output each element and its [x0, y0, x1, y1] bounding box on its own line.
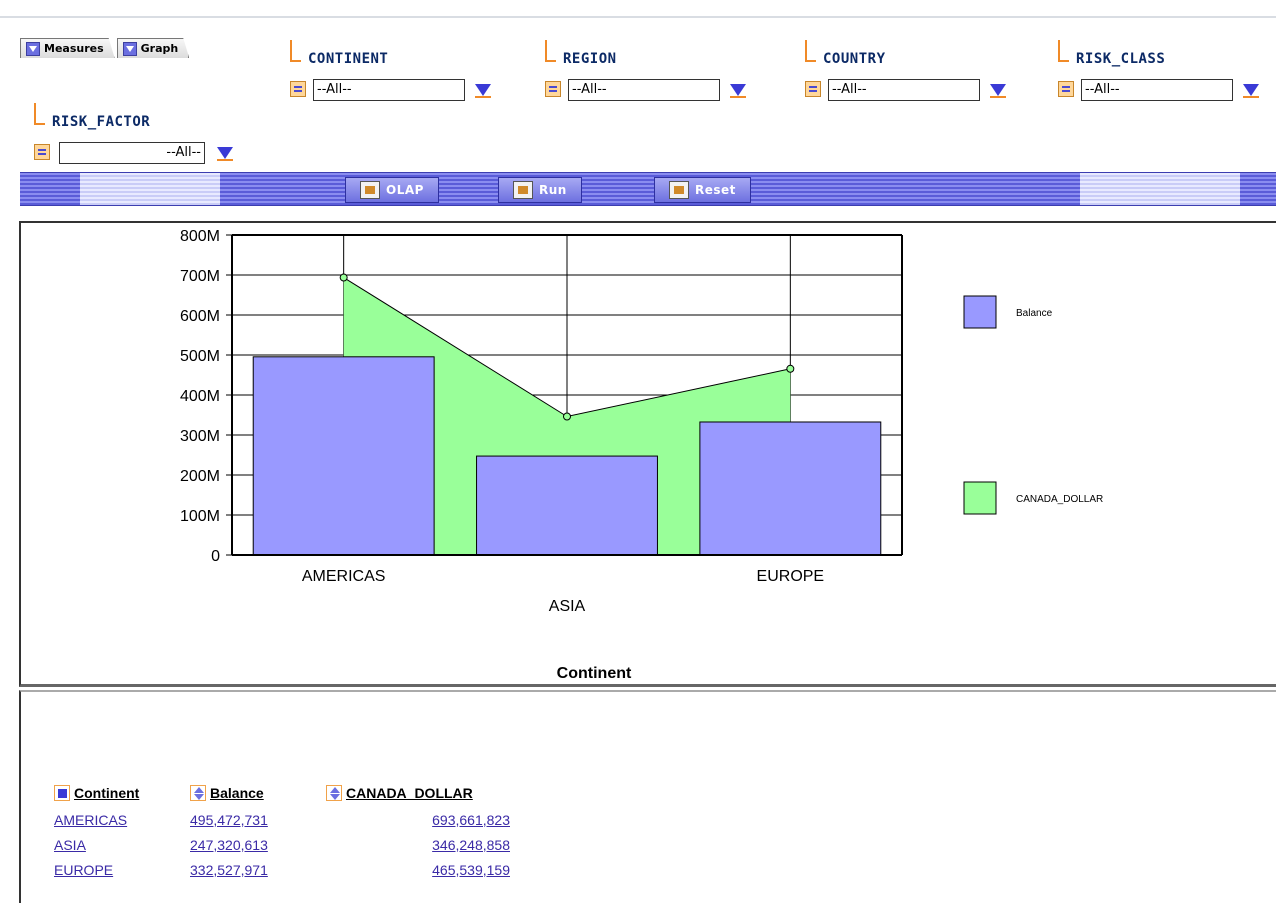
continent-link[interactable]: EUROPE [54, 862, 113, 878]
member-select-icon[interactable] [805, 81, 821, 97]
member-select-icon[interactable] [1058, 81, 1074, 97]
dropdown-arrow-icon[interactable] [1241, 82, 1259, 98]
reset-button-label: Reset [695, 183, 736, 197]
bar-balance [476, 455, 658, 556]
point-canada-dollar [339, 273, 348, 282]
filter-label: REGION [563, 51, 617, 67]
filter-label: RISK_CLASS [1076, 51, 1166, 67]
band-decoration [1080, 173, 1240, 205]
legend-swatch [963, 481, 997, 515]
balance-link[interactable]: 332,527,971 [190, 862, 268, 878]
table-row: EUROPE 332,527,971 465,539,159 [54, 857, 510, 882]
table-header-row: Continent Balance CANADA_DOLLAR [54, 782, 510, 807]
balance-link[interactable]: 495,472,731 [190, 812, 268, 828]
dropdown-arrow-icon[interactable] [215, 145, 233, 161]
tab-graph-label: Graph [140, 42, 179, 55]
canada-dollar-link[interactable]: 693,661,823 [432, 812, 510, 828]
chart-panel: 0 100M 200M 300M 400M 500M 600M 700M 800M AMERICA… [19, 221, 1276, 687]
risk-factor-select[interactable]: --All-- [59, 142, 205, 164]
column-label: Continent [74, 785, 140, 801]
member-select-icon[interactable] [34, 144, 50, 160]
top-border [0, 0, 1276, 18]
y-tick-label: 200M [180, 468, 220, 485]
dimension-corner-icon [1058, 40, 1069, 62]
x-axis-title: Continent [557, 665, 632, 682]
dropdown-arrow-icon [26, 42, 40, 56]
filter-label: CONTINENT [308, 51, 389, 67]
y-tick-label: 600M [180, 308, 220, 325]
member-icon [54, 785, 70, 801]
continent-select[interactable]: --All-- [313, 79, 465, 101]
y-tick-label: 700M [180, 268, 220, 285]
tab-graph[interactable]: Graph [117, 38, 190, 58]
table-row: AMERICAS 495,472,731 693,661,823 [54, 807, 510, 832]
legend-label: CANADA_DOLLAR [1016, 494, 1103, 505]
member-select-icon[interactable] [545, 81, 561, 97]
filter-label: COUNTRY [823, 51, 886, 67]
bar-balance [252, 356, 435, 556]
legend-label: Balance [1016, 308, 1053, 319]
x-tick-label: EUROPE [757, 568, 825, 585]
dimension-corner-icon [290, 40, 301, 62]
dropdown-arrow-icon [123, 42, 137, 56]
bar-balance [699, 421, 882, 556]
point-canada-dollar [786, 364, 795, 373]
y-tick-label: 800M [180, 228, 220, 245]
point-canada-dollar [563, 412, 571, 421]
chart: 0 100M 200M 300M 400M 500M 600M 700M 800M AMERICA… [180, 228, 1103, 682]
tab-measures[interactable]: Measures [20, 38, 115, 58]
y-tick-label: 500M [180, 348, 220, 365]
region-select[interactable]: --All-- [568, 79, 720, 101]
column-header-continent[interactable]: Continent [54, 782, 190, 807]
country-select[interactable]: --All-- [828, 79, 980, 101]
dropdown-arrow-icon[interactable] [988, 82, 1006, 98]
data-table: Continent Balance CANADA_DOLLAR AMERICAS… [54, 782, 510, 882]
column-header-canada-dollar[interactable]: CANADA_DOLLAR [326, 782, 510, 807]
y-tick-label: 300M [180, 428, 220, 445]
run-button-label: Run [539, 183, 567, 197]
y-tick-label: 100M [180, 508, 220, 525]
olap-button[interactable]: OLAP [345, 177, 439, 203]
dimension-corner-icon [545, 40, 556, 62]
column-label: CANADA_DOLLAR [346, 785, 473, 801]
tab-measures-label: Measures [44, 42, 104, 55]
canada-dollar-link[interactable]: 346,248,858 [432, 837, 510, 853]
y-tick-label: 400M [180, 388, 220, 405]
run-icon [513, 181, 533, 199]
filter-label: RISK_FACTOR [52, 114, 151, 130]
x-tick-label: AMERICAS [302, 568, 386, 585]
reset-button[interactable]: Reset [654, 177, 751, 203]
column-label: Balance [210, 785, 264, 801]
dimension-corner-icon [34, 103, 45, 125]
band-decoration [80, 173, 220, 205]
olap-icon [360, 181, 380, 199]
toolbar: OLAP Run Reset [20, 172, 1276, 206]
run-button[interactable]: Run [498, 177, 582, 203]
risk-class-select[interactable]: --All-- [1081, 79, 1233, 101]
view-tabs: Measures Graph [20, 38, 191, 58]
balance-link[interactable]: 247,320,613 [190, 837, 268, 853]
dimension-corner-icon [805, 40, 816, 62]
dropdown-arrow-icon[interactable] [728, 82, 746, 98]
dropdown-arrow-icon[interactable] [473, 82, 491, 98]
member-select-icon[interactable] [290, 81, 306, 97]
sort-icon[interactable] [190, 785, 206, 801]
x-tick-label: ASIA [549, 598, 586, 615]
continent-link[interactable]: AMERICAS [54, 812, 127, 828]
canada-dollar-link[interactable]: 465,539,159 [432, 862, 510, 878]
table-row: ASIA 247,320,613 346,248,858 [54, 832, 510, 857]
legend-swatch [963, 295, 997, 329]
column-header-balance[interactable]: Balance [190, 782, 326, 807]
sort-icon[interactable] [326, 785, 342, 801]
olap-button-label: OLAP [386, 183, 424, 197]
reset-icon [669, 181, 689, 199]
continent-link[interactable]: ASIA [54, 837, 86, 853]
y-tick-label: 0 [211, 548, 220, 565]
